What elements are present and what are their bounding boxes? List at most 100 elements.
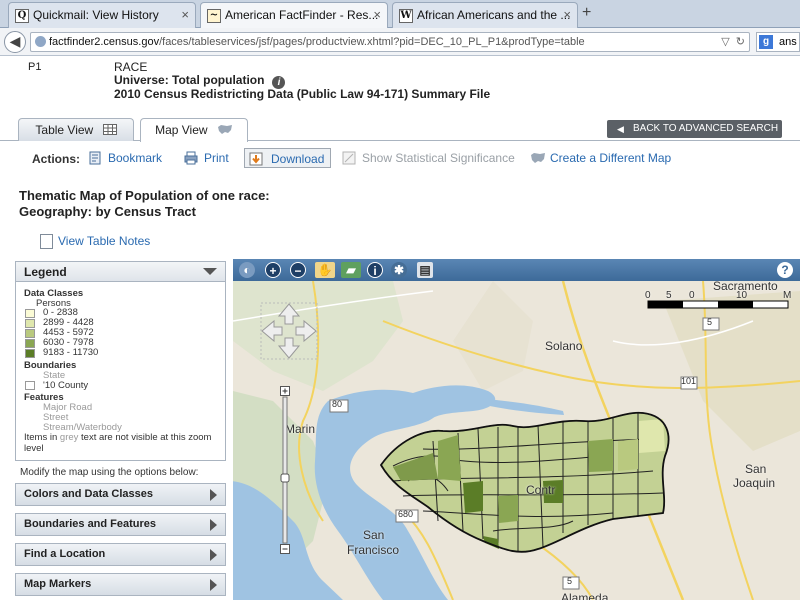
accordion-colors-data-classes[interactable]: Colors and Data Classes bbox=[15, 483, 226, 506]
us-map-icon bbox=[217, 125, 232, 134]
back-button[interactable]: ◀ bbox=[4, 31, 26, 53]
zoom-slider-handle[interactable] bbox=[280, 473, 290, 483]
tab-title: African Americans and the ... bbox=[417, 8, 571, 22]
expand-arrow-icon bbox=[210, 519, 217, 531]
legend-note-pre: Items in bbox=[24, 432, 60, 443]
pan-control[interactable] bbox=[259, 301, 319, 361]
pan-left-arrow-icon[interactable] bbox=[261, 319, 283, 343]
zoom-slider[interactable] bbox=[280, 386, 290, 554]
table-header: P1 RACE Universe: Total population i 2010… bbox=[0, 57, 800, 105]
print-map-icon[interactable]: ▤ bbox=[417, 262, 433, 278]
browser-tab-quickmail[interactable]: Q Quickmail: View History × bbox=[8, 2, 196, 28]
search-field-value: ans bbox=[779, 36, 797, 48]
browser-tab-wikipedia[interactable]: W African Americans and the ... × bbox=[392, 2, 578, 28]
browser-tabbar: Q Quickmail: View History × ~ American F… bbox=[0, 0, 800, 29]
full-extent-us-icon[interactable]: ▰ bbox=[341, 262, 361, 278]
scale-tick-1: 5 bbox=[666, 290, 672, 301]
pan-right-arrow-icon[interactable] bbox=[295, 319, 317, 343]
back-arrow-icon: ◀ bbox=[617, 124, 624, 134]
tab-map-view[interactable]: Map View bbox=[140, 118, 248, 142]
factfinder-favicon-icon: ~ bbox=[207, 9, 221, 23]
legend-county-checkbox bbox=[25, 381, 35, 390]
map-label-contra-costa: Contr bbox=[526, 483, 556, 497]
table-source-file: 2010 Census Redistricting Data (Public L… bbox=[114, 87, 491, 101]
search-field[interactable]: g ans bbox=[756, 32, 800, 52]
accordion-label: Colors and Data Classes bbox=[24, 488, 153, 500]
print-button[interactable]: Print bbox=[184, 148, 229, 168]
url-path: /faces/tableservices/jsf/pages/productvi… bbox=[159, 36, 585, 48]
table-title: RACE bbox=[114, 60, 148, 74]
highway-shield-5-south: 5 bbox=[567, 576, 573, 586]
zoom-in-icon[interactable]: + bbox=[265, 262, 281, 278]
pan-up-arrow-icon[interactable] bbox=[277, 303, 301, 325]
create-different-map-label: Create a Different Map bbox=[550, 151, 672, 165]
print-icon bbox=[184, 151, 198, 165]
select-features-icon[interactable]: ✱ bbox=[391, 262, 407, 278]
scale-tick-2: 0 bbox=[689, 290, 695, 301]
back-to-advanced-search-button[interactable]: ◀ BACK TO ADVANCED SEARCH bbox=[607, 120, 782, 138]
browser-tab-factfinder[interactable]: ~ American FactFinder - Res... × bbox=[200, 2, 388, 29]
download-icon bbox=[249, 152, 263, 166]
table-id: P1 bbox=[28, 61, 42, 73]
view-table-notes-link[interactable]: View Table Notes bbox=[40, 234, 151, 249]
scale-tick-0: 0 bbox=[645, 290, 651, 301]
close-tab-icon[interactable]: × bbox=[181, 7, 189, 22]
map-label-san-joaquin-line2: Joaquin bbox=[733, 476, 776, 490]
url-bar[interactable]: factfinder2.census.gov/faces/tableservic… bbox=[30, 32, 750, 52]
accordion-boundaries-features[interactable]: Boundaries and Features bbox=[15, 513, 226, 536]
us-map-icon bbox=[531, 153, 545, 163]
universe-text: Universe: Total population bbox=[114, 73, 265, 87]
map-title-line2: Geography: by Census Tract bbox=[19, 204, 196, 219]
actions-label: Actions: bbox=[32, 152, 80, 166]
tab-table-view-label: Table View bbox=[35, 123, 94, 137]
create-different-map-button[interactable]: Create a Different Map bbox=[530, 148, 671, 168]
tab-title: American FactFinder - Res... bbox=[225, 8, 379, 22]
modify-instructions: Modify the map using the options below: bbox=[20, 467, 199, 478]
legend-boundary-county: '10 County bbox=[43, 380, 89, 391]
legend-header[interactable]: Legend bbox=[16, 262, 225, 282]
collapse-arrow-icon[interactable] bbox=[203, 268, 217, 275]
show-statistical-significance-button[interactable]: Show Statistical Significance bbox=[342, 148, 515, 168]
view-table-notes-label: View Table Notes bbox=[58, 234, 151, 248]
url-host: factfinder2.census.gov bbox=[49, 36, 160, 48]
url-controls[interactable]: ▽ ↻ bbox=[721, 33, 745, 51]
identify-info-icon[interactable]: i bbox=[367, 262, 383, 278]
download-button[interactable]: Download bbox=[244, 148, 332, 168]
site-identity-icon bbox=[35, 36, 46, 47]
help-icon[interactable]: ? bbox=[777, 262, 793, 278]
close-tab-icon[interactable]: × bbox=[563, 7, 571, 22]
expand-arrow-icon bbox=[210, 549, 217, 561]
legend-swatch-4 bbox=[25, 339, 35, 348]
map-label-san-joaquin-line1: San bbox=[745, 462, 767, 476]
accordion-map-markers[interactable]: Map Markers bbox=[15, 573, 226, 596]
zoom-out-icon[interactable]: − bbox=[290, 262, 306, 278]
tab-title: Quickmail: View History bbox=[33, 8, 159, 22]
map-title: Thematic Map of Population of one race: … bbox=[19, 188, 270, 220]
close-tab-icon[interactable]: × bbox=[373, 7, 381, 22]
bookmark-label: Bookmark bbox=[108, 151, 163, 165]
expand-arrow-icon bbox=[210, 579, 217, 591]
map-toolbar: ◐ + − ✋ ▰ i ✱ ▤ ? bbox=[233, 259, 800, 281]
google-search-icon: g bbox=[759, 35, 773, 49]
tab-table-view[interactable]: Table View bbox=[18, 118, 134, 141]
wikipedia-favicon-icon: W bbox=[399, 9, 413, 23]
bookmark-button[interactable]: Bookmark bbox=[88, 148, 162, 168]
legend-swatch-1 bbox=[25, 309, 35, 318]
highway-shield-101: 101 bbox=[681, 376, 697, 386]
map-label-solano: Solano bbox=[545, 339, 583, 353]
accordion-find-location[interactable]: Find a Location bbox=[15, 543, 226, 566]
actions-bar: Actions: Bookmark Print Download Show St… bbox=[0, 146, 800, 170]
table-grid-icon bbox=[102, 124, 117, 135]
pan-hand-icon[interactable]: ✋ bbox=[315, 262, 335, 278]
back-to-advanced-search-label: BACK TO ADVANCED SEARCH bbox=[633, 123, 779, 134]
legend-swatch-2 bbox=[25, 319, 35, 328]
map-canvas[interactable]: 5 80 101 680 5 0 5 0 10 M Sacramento Sol… bbox=[233, 281, 800, 600]
new-tab-button[interactable]: + bbox=[582, 4, 591, 22]
accordion-label: Find a Location bbox=[24, 548, 106, 560]
legend-swatch-3 bbox=[25, 329, 35, 338]
tab-map-view-label: Map View bbox=[155, 123, 208, 137]
pan-down-arrow-icon[interactable] bbox=[277, 337, 301, 359]
map-label-san-francisco-line1: San bbox=[363, 528, 385, 542]
overview-map-icon[interactable]: ◐ bbox=[239, 262, 255, 278]
legend-panel: Legend Data Classes Persons 0 - 2838 289… bbox=[15, 261, 226, 461]
